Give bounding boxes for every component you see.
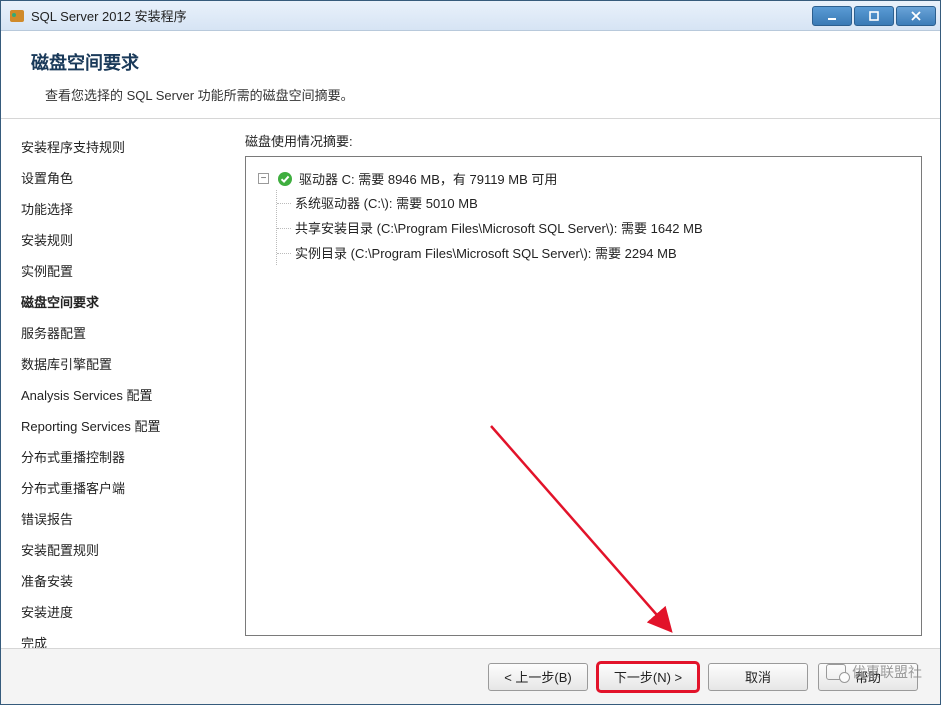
maximize-button[interactable] [854,6,894,26]
tree-child-row[interactable]: 共享安装目录 (C:\Program Files\Microsoft SQL S… [295,215,909,240]
back-button[interactable]: < 上一步(B) [488,663,588,691]
sidebar-step[interactable]: 实例配置 [21,255,231,286]
sidebar-step[interactable]: 服务器配置 [21,317,231,348]
sidebar-step[interactable]: Reporting Services 配置 [21,410,231,441]
sidebar-step[interactable]: 安装配置规则 [21,534,231,565]
sidebar-step[interactable]: 安装进度 [21,596,231,627]
wizard-footer: < 上一步(B) 下一步(N) > 取消 帮助 [1,648,940,704]
next-button[interactable]: 下一步(N) > [598,663,698,691]
page-header: 磁盘空间要求 查看您选择的 SQL Server 功能所需的磁盘空间摘要。 [1,31,940,119]
ok-check-icon [277,171,293,187]
page-subtitle: 查看您选择的 SQL Server 功能所需的磁盘空间摘要。 [45,85,910,104]
sidebar-step[interactable]: 安装程序支持规则 [21,131,231,162]
sidebar-step[interactable]: 数据库引擎配置 [21,348,231,379]
sidebar-step[interactable]: 设置角色 [21,162,231,193]
window-controls [810,6,936,26]
minimize-button[interactable] [812,6,852,26]
sidebar-step[interactable]: 完成 [21,627,231,648]
sidebar-step[interactable]: 磁盘空间要求 [21,286,231,317]
sidebar-step[interactable]: 错误报告 [21,503,231,534]
sidebar-step[interactable]: 安装规则 [21,224,231,255]
disk-summary-label: 磁盘使用情况摘要: [245,131,922,150]
close-button[interactable] [896,6,936,26]
help-button[interactable]: 帮助 [818,663,918,691]
window-title: SQL Server 2012 安装程序 [31,6,804,25]
app-icon [9,8,25,24]
cancel-button[interactable]: 取消 [708,663,808,691]
tree-root-row[interactable]: − 驱动器 C: 需要 8946 MB，有 79119 MB 可用 [258,167,909,190]
page-title: 磁盘空间要求 [31,49,910,75]
sidebar-step[interactable]: 分布式重播控制器 [21,441,231,472]
collapse-icon[interactable]: − [258,173,269,184]
sidebar-step[interactable]: Analysis Services 配置 [21,379,231,410]
drive-summary-text: 驱动器 C: 需要 8946 MB，有 79119 MB 可用 [299,169,557,188]
sidebar-step[interactable]: 准备安装 [21,565,231,596]
tree-children: 系统驱动器 (C:\): 需要 5010 MB共享安装目录 (C:\Progra… [276,190,909,265]
body: 安装程序支持规则设置角色功能选择安装规则实例配置磁盘空间要求服务器配置数据库引擎… [1,119,940,648]
installer-window: SQL Server 2012 安装程序 磁盘空间要求 查看您选择的 SQL S… [0,0,941,705]
tree-child-row[interactable]: 实例目录 (C:\Program Files\Microsoft SQL Ser… [295,240,909,265]
sidebar-step[interactable]: 功能选择 [21,193,231,224]
disk-usage-tree[interactable]: − 驱动器 C: 需要 8946 MB，有 79119 MB 可用 系统驱动器 … [245,156,922,636]
tree-child-row[interactable]: 系统驱动器 (C:\): 需要 5010 MB [295,190,909,215]
steps-sidebar: 安装程序支持规则设置角色功能选择安装规则实例配置磁盘空间要求服务器配置数据库引擎… [1,119,231,648]
sidebar-step[interactable]: 分布式重播客户端 [21,472,231,503]
main-panel: 磁盘使用情况摘要: − 驱动器 C: 需要 8946 MB，有 79119 MB… [231,119,940,648]
titlebar: SQL Server 2012 安装程序 [1,1,940,31]
